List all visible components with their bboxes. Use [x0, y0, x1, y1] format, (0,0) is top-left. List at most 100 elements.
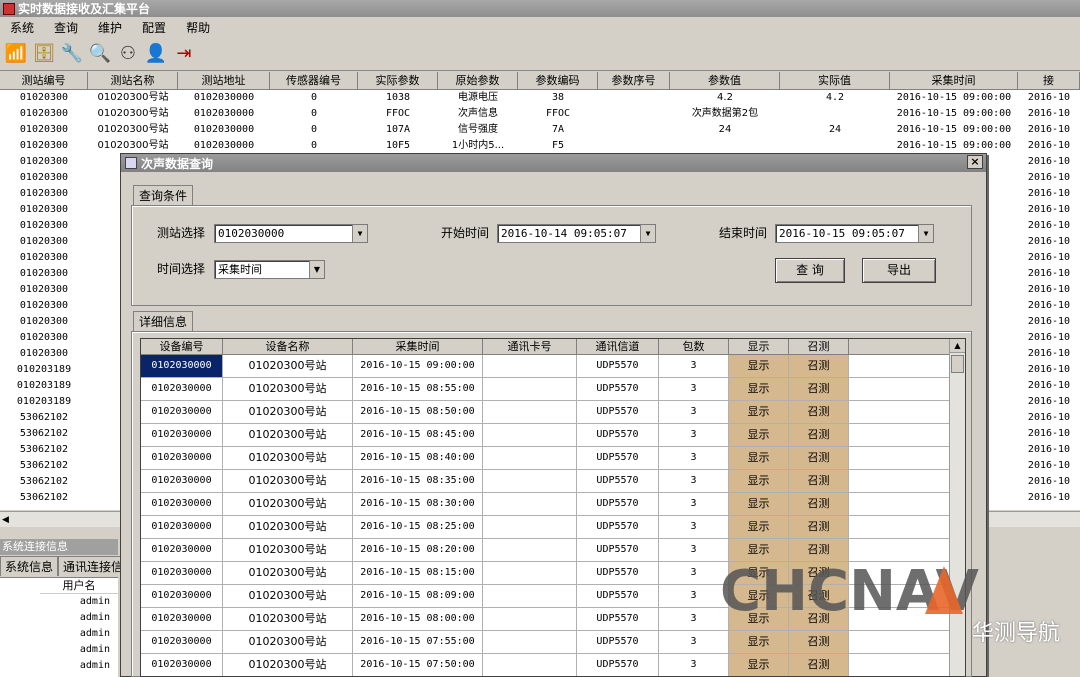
- column-header[interactable]: 测站地址: [178, 72, 270, 89]
- menu-maintain[interactable]: 维护: [88, 19, 132, 36]
- table-row[interactable]: 0102030000 01020300号站 2016-10-15 08:30:00 U…: [141, 493, 965, 516]
- recall-button[interactable]: 召测: [789, 447, 849, 469]
- table-row[interactable]: 0102030000 01020300号站 2016-10-15 08:25:00 U…: [141, 516, 965, 539]
- menu-query[interactable]: 查询: [44, 19, 88, 36]
- table-row[interactable]: 01020300 01020300号站 0102030000 0 1038 电源电压 38 4…: [0, 90, 1080, 106]
- table-row[interactable]: 01020300 01020300号站 0102030000 0 107A 信号强度 7A 2…: [0, 122, 1080, 138]
- table-row[interactable]: 0102030000 01020300号站 2016-10-15 09:00:00 U…: [141, 355, 965, 378]
- recall-button[interactable]: 召测: [789, 378, 849, 400]
- column-header[interactable]: 采集时间: [353, 339, 483, 354]
- recall-button[interactable]: 召测: [789, 654, 849, 676]
- recall-button[interactable]: 召测: [789, 539, 849, 561]
- table-row[interactable]: 0102030000 01020300号站 2016-10-15 08:50:00 U…: [141, 401, 965, 424]
- column-header[interactable]: 设备名称: [223, 339, 353, 354]
- start-time-picker[interactable]: 2016-10-14 09:05:07 ▼: [497, 224, 656, 243]
- search-icon[interactable]: 🔍: [88, 42, 112, 66]
- table-row[interactable]: 01020300 01020300号站 0102030000 0 FFOC 次声信息 FFO…: [0, 106, 1080, 122]
- table-row[interactable]: 0102030000 01020300号站 2016-10-15 08:20:00 U…: [141, 539, 965, 562]
- recall-button[interactable]: 召测: [789, 355, 849, 377]
- start-time-value: 2016-10-14 09:05:07: [501, 227, 627, 240]
- menu-system[interactable]: 系统: [0, 19, 44, 36]
- table-row[interactable]: 0102030000 01020300号站 2016-10-15 08:55:00 U…: [141, 378, 965, 401]
- column-header[interactable]: 参数值: [670, 72, 780, 89]
- time-type-select[interactable]: 采集时间 ▼: [214, 260, 325, 279]
- station-select[interactable]: 0102030000 ▼: [214, 224, 368, 243]
- scroll-left-icon[interactable]: ◀: [2, 514, 14, 526]
- show-button[interactable]: 显示: [729, 539, 789, 561]
- show-button[interactable]: 显示: [729, 447, 789, 469]
- export-button[interactable]: 导出: [862, 258, 936, 283]
- table-cell: 2016-10: [1027, 108, 1071, 119]
- column-header[interactable]: 包数: [659, 339, 729, 354]
- column-header[interactable]: 设备编号: [141, 339, 223, 354]
- exit-icon[interactable]: ⇥: [172, 42, 196, 66]
- close-icon[interactable]: ×: [967, 155, 983, 169]
- user-icon[interactable]: 👤: [144, 42, 168, 66]
- table-cell: UDP5570: [577, 585, 659, 607]
- show-button[interactable]: 显示: [729, 378, 789, 400]
- table-cell: [483, 562, 577, 584]
- chevron-down-icon[interactable]: ▼: [352, 225, 367, 242]
- scroll-up-icon[interactable]: ▲: [950, 339, 965, 353]
- recall-button[interactable]: 召测: [789, 516, 849, 538]
- scroll-thumb[interactable]: [951, 355, 964, 373]
- show-button[interactable]: 显示: [729, 401, 789, 423]
- table-row[interactable]: 0102030000 01020300号站 2016-10-15 08:45:00 U…: [141, 424, 965, 447]
- chevron-down-icon[interactable]: ▼: [309, 261, 324, 278]
- show-button[interactable]: 显示: [729, 493, 789, 515]
- show-button[interactable]: 显示: [729, 470, 789, 492]
- column-header[interactable]: 测站名称: [88, 72, 178, 89]
- database-icon[interactable]: 🗄: [32, 42, 56, 66]
- recall-button[interactable]: 召测: [789, 470, 849, 492]
- column-header[interactable]: 接: [1018, 72, 1080, 89]
- table-row[interactable]: 0102030000 01020300号站 2016-10-15 08:40:00 U…: [141, 447, 965, 470]
- list-item[interactable]: admin: [0, 626, 118, 642]
- column-header[interactable]: 参数编码: [518, 72, 598, 89]
- column-header[interactable]: 采集时间: [890, 72, 1018, 89]
- show-button[interactable]: 显示: [729, 654, 789, 676]
- chevron-down-icon[interactable]: ▼: [640, 225, 655, 242]
- detail-table[interactable]: 设备编号 设备名称 采集时间 通讯卡号 通讯信道 包数 显示 召测 0102030000 010…: [140, 338, 966, 677]
- column-header[interactable]: 实际参数: [358, 72, 438, 89]
- recall-button[interactable]: 召测: [789, 631, 849, 653]
- column-header[interactable]: 显示: [729, 339, 789, 354]
- column-header[interactable]: 召测: [789, 339, 849, 354]
- column-header[interactable]: 原始参数: [438, 72, 518, 89]
- column-header[interactable]: 传感器编号: [270, 72, 358, 89]
- list-item[interactable]: admin: [0, 594, 118, 610]
- binoculars-icon[interactable]: ⚇: [116, 42, 140, 66]
- table-row[interactable]: 01020300 01020300号站 0102030000 0 10F5 1小时内5..…: [0, 138, 1080, 154]
- end-time-picker[interactable]: 2016-10-15 09:05:07 ▼: [775, 224, 934, 243]
- recall-button[interactable]: 召测: [789, 424, 849, 446]
- table-row[interactable]: 0102030000 01020300号站 2016-10-15 08:35:00 U…: [141, 470, 965, 493]
- menu-config[interactable]: 配置: [132, 19, 176, 36]
- tools-icon[interactable]: 🔧: [60, 42, 84, 66]
- chevron-down-icon[interactable]: ▼: [918, 225, 933, 242]
- recall-button[interactable]: 召测: [789, 493, 849, 515]
- column-header[interactable]: 实际值: [780, 72, 890, 89]
- query-button[interactable]: 查 询: [775, 258, 845, 283]
- show-button[interactable]: 显示: [729, 355, 789, 377]
- column-header[interactable]: 参数序号: [598, 72, 670, 89]
- tab-connection-info[interactable]: 通讯连接信: [58, 556, 129, 576]
- tab-query-conditions[interactable]: 查询条件: [133, 185, 194, 205]
- tab-detail-info[interactable]: 详细信息: [133, 311, 194, 331]
- list-item[interactable]: admin: [0, 642, 118, 658]
- list-item[interactable]: admin: [0, 658, 118, 674]
- column-header[interactable]: 测站编号: [0, 72, 88, 89]
- table-cell: 2016-10: [1027, 412, 1071, 423]
- show-button[interactable]: 显示: [729, 516, 789, 538]
- show-button[interactable]: 显示: [729, 631, 789, 653]
- column-header[interactable]: 通讯信道: [577, 339, 659, 354]
- tab-system-info[interactable]: 系统信息: [0, 556, 59, 576]
- menu-help[interactable]: 帮助: [176, 19, 220, 36]
- vertical-scrollbar[interactable]: ▲: [949, 339, 965, 676]
- table-row[interactable]: 0102030000 01020300号站 2016-10-15 07:55:00 U…: [141, 631, 965, 654]
- antenna-icon[interactable]: 📶: [4, 42, 28, 66]
- table-row[interactable]: 0102030000 01020300号站 2016-10-15 07:50:00 U…: [141, 654, 965, 676]
- list-item[interactable]: admin: [0, 610, 118, 626]
- time-type-value: 采集时间: [218, 263, 262, 276]
- recall-button[interactable]: 召测: [789, 401, 849, 423]
- column-header[interactable]: 通讯卡号: [483, 339, 577, 354]
- show-button[interactable]: 显示: [729, 424, 789, 446]
